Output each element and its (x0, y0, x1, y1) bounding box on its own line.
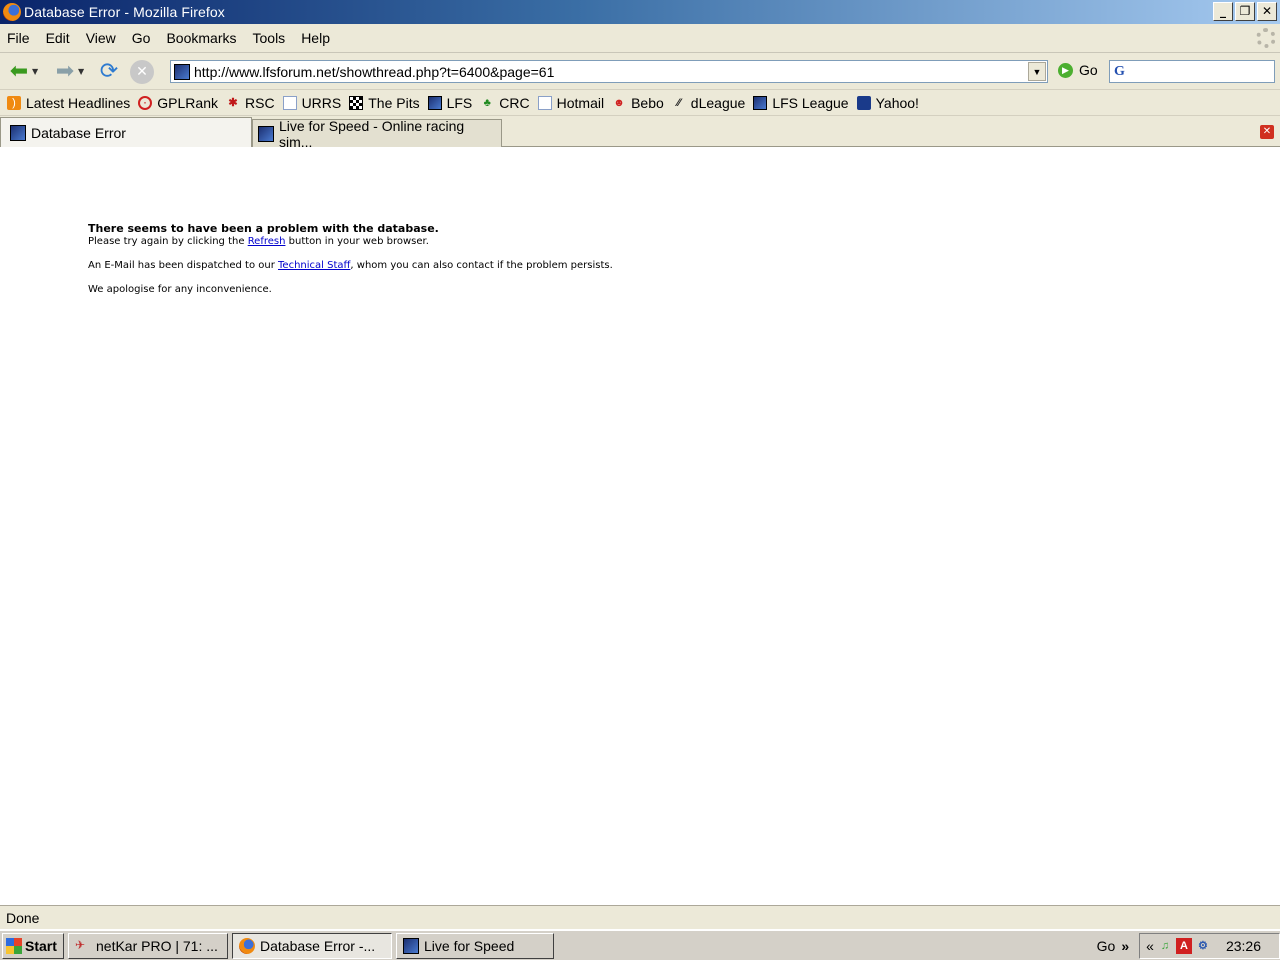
technical-staff-link[interactable]: Technical Staff (278, 260, 350, 271)
site-favicon-icon (174, 63, 190, 80)
go-label: Go (1079, 62, 1098, 78)
error-line-2: An E-Mail has been dispatched to our Tec… (88, 260, 613, 271)
menu-tools[interactable]: Tools (245, 30, 294, 46)
bookmark-yahoo[interactable]: Yahoo! (856, 95, 919, 111)
system-tray-area: Go » « ♫ A ⚙ 23:26 (1097, 931, 1280, 960)
checkered-flag-icon (349, 96, 364, 110)
ati-icon[interactable]: A (1175, 937, 1192, 954)
clock: 23:26 (1225, 937, 1261, 954)
tab-database-error[interactable]: Database Error (0, 117, 252, 147)
title-bar: Database Error - Mozilla Firefox _ ❐ ✕ (0, 0, 1280, 24)
go-button[interactable]: ▶ Go (1058, 62, 1098, 78)
error-line-3: We apologise for any inconvenience. (88, 284, 272, 295)
forward-dropdown-icon[interactable]: ▼ (78, 67, 88, 76)
menu-help[interactable]: Help (293, 30, 338, 46)
taskbar: Start ✈ netKar PRO | 71: ... Database Er… (0, 929, 1280, 960)
taskbar-item-live-for-speed[interactable]: Live for Speed (396, 932, 554, 959)
show-hidden-icons-button[interactable]: « (1146, 938, 1154, 954)
restore-button[interactable]: ❐ (1235, 2, 1255, 21)
dleague-icon: ⁄⁄ (676, 97, 681, 109)
page-icon (537, 96, 552, 110)
window-controls: _ ❐ ✕ (1213, 2, 1277, 21)
url-bar[interactable]: http://www.lfsforum.net/showthread.php?t… (170, 60, 1048, 83)
yahoo-icon (856, 96, 871, 110)
netkar-icon: ✈ (75, 937, 86, 952)
error-line-1: Please try again by clicking the Refresh… (88, 236, 429, 247)
page-content: There seems to have been a problem with … (0, 147, 1280, 905)
refresh-link[interactable]: Refresh (248, 236, 286, 247)
bebo-icon: ☻ (613, 97, 625, 109)
notification-area: « ♫ A ⚙ 23:26 (1139, 932, 1280, 959)
back-dropdown-icon[interactable]: ▼ (32, 67, 42, 76)
navigation-toolbar: ⬅ ▼ ➡ ▼ ⟳ ✕ http://www.lfsforum.net/show… (0, 54, 1280, 90)
error-message: There seems to have been a problem with … (88, 222, 788, 296)
window-title: Database Error - Mozilla Firefox (24, 4, 225, 20)
lfs-icon (403, 937, 419, 954)
close-tab-icon[interactable]: ✕ (1260, 125, 1274, 139)
bookmarks-toolbar: ) Latest Headlines · GPLRank ✱ RSC URRS The… (0, 91, 1280, 116)
bookmark-the-pits[interactable]: The Pits (349, 95, 420, 111)
toolbar-chevron[interactable]: » (1121, 938, 1129, 954)
minimize-button[interactable]: _ (1213, 2, 1233, 21)
status-bar: Done (0, 905, 1280, 929)
lfs-icon (427, 96, 442, 110)
crc-icon: ♣ (483, 97, 491, 109)
tab-label: Live for Speed - Online racing sim... (278, 117, 465, 150)
search-input[interactable]: G (1109, 60, 1275, 83)
throbber-icon (1256, 28, 1276, 48)
bookmark-dleague[interactable]: ⁄⁄ dLeague (672, 95, 745, 111)
bookmark-lfs-league[interactable]: LFS League (753, 95, 849, 111)
status-text: Done (6, 909, 40, 926)
google-icon[interactable]: G (1114, 64, 1125, 80)
menu-go[interactable]: Go (124, 30, 159, 46)
taskbar-item-netkar[interactable]: ✈ netKar PRO | 71: ... (68, 932, 228, 959)
forward-arrow-icon[interactable]: ➡ (52, 59, 78, 85)
url-text[interactable]: http://www.lfsforum.net/showthread.php?t… (194, 64, 554, 80)
network-icon[interactable]: ⚙ (1195, 938, 1211, 954)
page-icon (282, 96, 297, 110)
address-go-label[interactable]: Go (1097, 938, 1116, 954)
bookmark-rsc[interactable]: ✱ RSC (226, 95, 274, 111)
back-arrow-icon[interactable]: ⬅ (6, 59, 32, 85)
steering-wheel-icon: · (138, 96, 153, 110)
bookmark-bebo[interactable]: ☻ Bebo (612, 95, 664, 111)
start-button[interactable]: Start (2, 932, 64, 959)
bookmark-hotmail[interactable]: Hotmail (537, 95, 604, 111)
reload-icon[interactable]: ⟳ (96, 59, 122, 85)
bookmark-lfs[interactable]: LFS (427, 95, 472, 111)
rss-icon: ) (7, 96, 21, 110)
error-heading: There seems to have been a problem with … (88, 222, 439, 235)
firefox-icon (239, 937, 255, 954)
lfs-icon (753, 96, 768, 110)
tab-bar: Database Error Live for Speed - Online r… (0, 117, 1280, 150)
rsc-icon: ✱ (228, 97, 238, 109)
bookmark-gplrank[interactable]: · GPLRank (138, 95, 218, 111)
menu-file[interactable]: File (0, 30, 38, 46)
lfs-icon (258, 125, 274, 142)
stop-icon[interactable]: ✕ (130, 59, 154, 84)
windows-logo-icon (6, 937, 22, 954)
taskbar-item-firefox[interactable]: Database Error -... (232, 932, 392, 959)
tab-label: Database Error (31, 124, 126, 141)
music-note-icon[interactable]: ♫ (1157, 938, 1173, 954)
tab-live-for-speed[interactable]: Live for Speed - Online racing sim... (252, 117, 502, 150)
go-arrow-icon: ▶ (1058, 62, 1073, 78)
lfs-icon (10, 124, 26, 141)
firefox-icon (3, 3, 21, 21)
menu-bar: File Edit View Go Bookmarks Tools Help (0, 24, 1280, 53)
bookmark-latest-headlines[interactable]: ) Latest Headlines (7, 95, 130, 111)
menu-bookmarks[interactable]: Bookmarks (158, 30, 244, 46)
menu-edit[interactable]: Edit (38, 30, 78, 46)
url-dropdown-icon[interactable]: ▼ (1028, 62, 1046, 81)
close-button[interactable]: ✕ (1257, 2, 1277, 21)
menu-view[interactable]: View (78, 30, 124, 46)
bookmark-crc[interactable]: ♣ CRC (480, 95, 530, 111)
bookmark-urrs[interactable]: URRS (282, 95, 341, 111)
